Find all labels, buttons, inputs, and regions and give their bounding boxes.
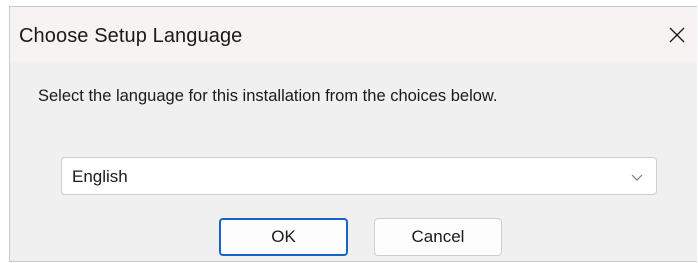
language-select[interactable]: English bbox=[61, 157, 657, 195]
ok-button[interactable]: OK bbox=[219, 218, 348, 256]
chevron-down-icon bbox=[631, 174, 643, 181]
instruction-text: Select the language for this installatio… bbox=[38, 87, 498, 105]
close-icon bbox=[669, 27, 685, 43]
dialog-title: Choose Setup Language bbox=[19, 25, 243, 47]
title-bar: Choose Setup Language bbox=[10, 7, 697, 61]
language-select-value: English bbox=[72, 167, 128, 186]
close-button[interactable] bbox=[657, 15, 697, 55]
cancel-button[interactable]: Cancel bbox=[374, 218, 502, 256]
setup-language-dialog: Choose Setup Language Select the languag… bbox=[9, 6, 697, 262]
dialog-content: Select the language for this installatio… bbox=[10, 61, 697, 261]
